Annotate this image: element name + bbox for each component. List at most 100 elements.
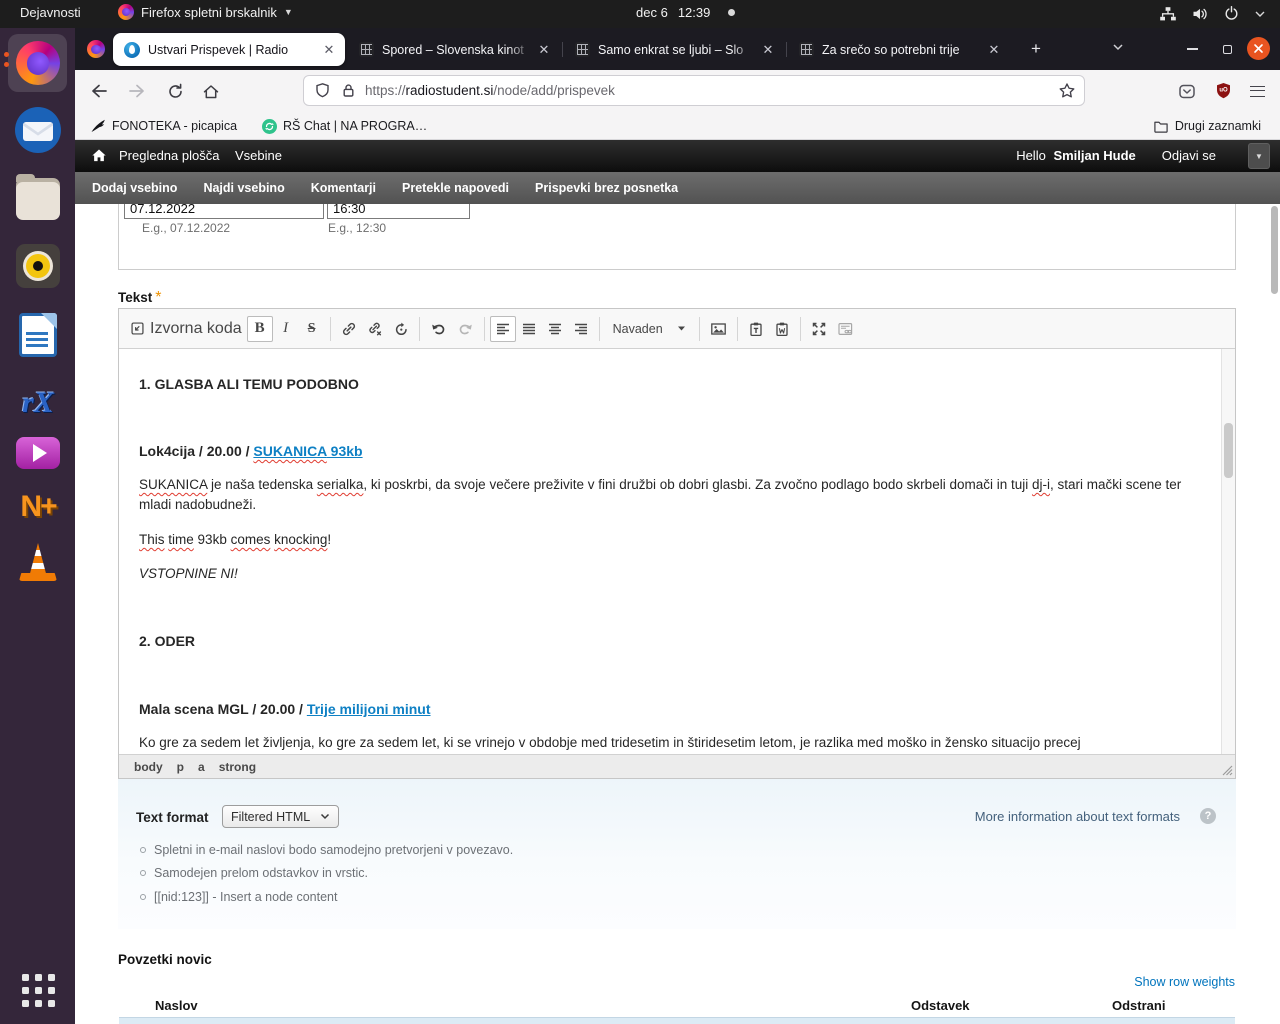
resize-grip-icon[interactable] [1222,765,1233,776]
maximize-button[interactable] [806,316,832,342]
shortcut-komentarji[interactable]: Komentarji [311,181,376,195]
align-left-button[interactable] [490,316,516,342]
anchor-button[interactable] [388,316,414,342]
time-input[interactable] [327,204,470,219]
filter-tip: Spletni in e-mail naslovi bodo samodejno… [140,843,513,857]
shortcut-dodaj-vsebino[interactable]: Dodaj vsebino [92,181,177,195]
link-button[interactable] [336,316,362,342]
bookmark-star-button[interactable] [1058,82,1076,100]
dock-item-rx[interactable]: rX [13,378,63,428]
other-bookmarks-button[interactable]: Drugi zaznamki [1148,116,1266,136]
tab-list-button[interactable] [1111,41,1125,53]
align-center-button[interactable] [542,316,568,342]
italic-button[interactable]: I [273,316,299,342]
more-info-link[interactable]: More information about text formats [975,809,1180,824]
back-button[interactable] [85,77,113,105]
unlink-button[interactable] [362,316,388,342]
back-icon [90,83,108,99]
image-button[interactable] [705,316,732,342]
tekst-field-label: Tekst* [118,289,162,307]
embed-button[interactable] [832,316,859,342]
toolbar-separator [330,317,331,341]
reload-button[interactable] [161,77,189,105]
strikethrough-button[interactable]: S [299,316,325,342]
tab-ustvari-prispevek[interactable]: Ustvari Prispevek | Radio ✕ [113,33,345,66]
undo-button[interactable] [425,316,452,342]
redo-button[interactable] [452,316,479,342]
dock-item-firefox[interactable] [13,38,63,88]
ublock-button[interactable]: uO [1209,77,1237,105]
tab-bar: Ustvari Prispevek | Radio ✕ Spored – Slo… [75,28,1280,70]
url-domain: radiostudent.si [406,83,494,98]
bold-button[interactable]: B [247,316,273,342]
app-menu-button[interactable]: Firefox spletni brskalnik ▼ [118,4,293,20]
system-status-area[interactable] [1159,5,1266,22]
clock-time: 12:39 [678,5,711,20]
misspelled-word: dj-i [1032,477,1050,492]
path-p[interactable]: p [177,760,184,774]
editor-body[interactable]: 1. GLASBA ALI TEMU PODOBNO Lok4cija / 20… [119,349,1235,754]
tab-close-icon[interactable]: ✕ [758,42,778,58]
text-format-select[interactable]: Filtered HTML [222,805,339,828]
admin-link-pregledna-plosca[interactable]: Pregledna plošča [119,148,219,163]
date-input[interactable] [124,204,324,219]
activities-button[interactable]: Dejavnosti [14,5,87,20]
dock-item-libreoffice[interactable] [13,310,63,360]
menu-button[interactable] [1243,77,1271,105]
videos-dock-icon [16,437,60,469]
firefox-logo-icon [87,40,105,58]
url-bar[interactable]: https://radiostudent.si/node/add/prispev… [303,75,1085,106]
show-apps-button[interactable] [13,965,63,1015]
paste-text-button[interactable] [743,316,769,342]
clock-button[interactable]: dec 6 12:39 [636,5,735,20]
dock: rX N+ [0,28,75,1024]
files-dock-icon [16,182,60,220]
path-a[interactable]: a [198,760,205,774]
dock-item-thunderbird[interactable] [13,105,63,155]
page-scrollbar-thumb[interactable] [1271,206,1278,294]
close-window-button[interactable] [1247,37,1270,60]
restore-button[interactable] [1215,37,1239,61]
paragraph-format-dropdown[interactable]: Navaden [605,316,694,342]
dock-item-videos[interactable] [13,428,63,478]
tab-close-icon[interactable]: ✕ [319,42,339,58]
shortcut-najdi-vsebino[interactable]: Najdi vsebino [203,181,284,195]
source-button[interactable]: Izvorna koda [125,316,247,342]
tab-samo-enkrat[interactable]: Samo enkrat se ljubi – Slo ✕ [564,33,784,66]
drupal-home-button[interactable] [91,148,107,163]
logout-link[interactable]: Odjavi se [1162,148,1216,163]
bookmark-rs-chat[interactable]: RŠ Chat | NA PROGRA… [257,116,432,136]
align-justify-button[interactable] [516,316,542,342]
path-body[interactable]: body [134,760,163,774]
new-tab-button[interactable]: + [1023,38,1049,62]
dock-item-files[interactable] [13,173,63,223]
show-row-weights-link[interactable]: Show row weights [1134,975,1235,989]
chevron-down-icon [1254,9,1266,19]
toolbar-toggle-button[interactable]: ▼ [1248,143,1270,169]
shortcut-pretekle-napovedi[interactable]: Pretekle napovedi [402,181,509,195]
editor-scrollbar-thumb[interactable] [1224,423,1233,478]
help-icon[interactable]: ? [1200,808,1216,824]
tab-close-icon[interactable]: ✕ [534,42,554,58]
dock-item-nplus[interactable]: N+ [13,482,63,532]
firefox-view-button[interactable] [83,37,109,61]
dock-item-vlc[interactable] [13,538,63,588]
shortcut-prispevki-brez-posnetka[interactable]: Prispevki brez posnetka [535,181,678,195]
paste-word-icon [774,321,790,337]
tab-close-icon[interactable]: ✕ [984,42,1004,58]
minimize-button[interactable] [1180,37,1204,61]
tab-spored[interactable]: Spored – Slovenska kinot ✕ [348,33,560,66]
align-right-button[interactable] [568,316,594,342]
home-button[interactable] [197,77,225,105]
admin-link-vsebine[interactable]: Vsebine [235,148,282,163]
forward-button[interactable] [123,77,151,105]
paste-word-button[interactable] [769,316,795,342]
path-strong[interactable]: strong [219,760,256,774]
pocket-button[interactable] [1173,77,1201,105]
editor-scrollbar[interactable] [1221,349,1235,754]
editor-link[interactable]: Trije milijoni minut [307,701,431,717]
editor-link[interactable]: SUKANICA 93kb [253,443,362,459]
bookmark-fonoteka[interactable]: FONOTEKA - picapica [85,116,242,136]
tab-za-sreco[interactable]: Za srečo so potrebni trije ✕ [788,33,1010,66]
dock-item-rhythmbox[interactable] [13,241,63,291]
